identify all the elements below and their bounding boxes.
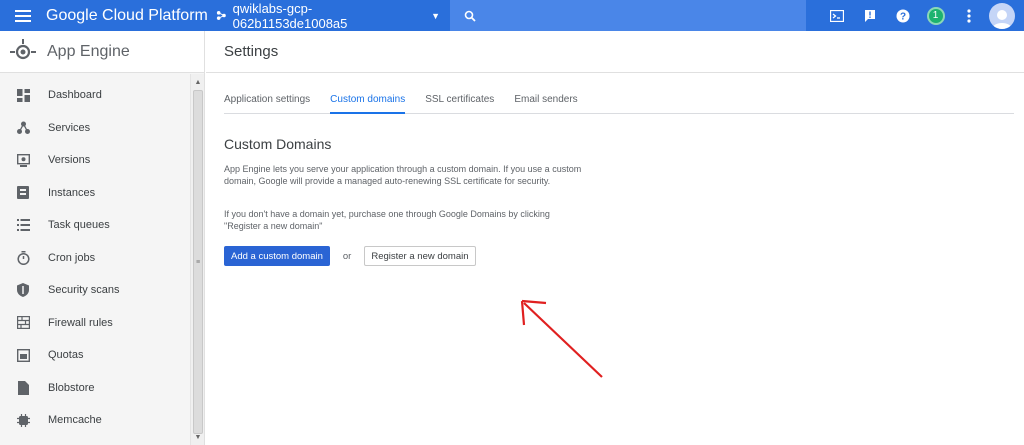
sidebar-item-label: Security scans — [48, 284, 120, 297]
main-content: Settings Application settings Custom dom… — [206, 31, 1024, 445]
task-queues-icon — [16, 218, 30, 232]
project-hierarchy-icon — [216, 11, 226, 20]
notification-badge[interactable]: 1 — [919, 0, 952, 31]
sidebar-item-versions[interactable]: Versions — [0, 144, 190, 177]
register-domain-hint: If you don't have a domain yet, purchase… — [224, 209, 550, 231]
cloud-shell-icon[interactable] — [820, 0, 853, 31]
cron-jobs-icon — [16, 250, 30, 265]
top-app-bar: Google Cloud Platform qwiklabs-gcp-062b1… — [0, 0, 1024, 31]
sidebar-item-dashboard[interactable]: Dashboard — [0, 79, 190, 112]
app-engine-icon — [10, 38, 36, 59]
sidebar-item-label: Services — [48, 121, 91, 134]
sidebar-item-instances[interactable]: Instances — [0, 177, 190, 210]
sidebar-item-security-scans[interactable]: Security scans — [0, 274, 190, 307]
sidebar-item-memcache[interactable]: Memcache — [0, 404, 190, 437]
project-name: qwiklabs-gcp-062b1153de1008a5 — [232, 0, 348, 31]
page-header: Settings — [206, 31, 1024, 73]
search-bar[interactable] — [450, 0, 806, 31]
security-scans-icon — [16, 283, 30, 298]
services-icon — [16, 121, 30, 135]
sidebar-item-label: Memcache — [48, 414, 102, 427]
sidebar-item-task-queues[interactable]: Task queues — [0, 209, 190, 242]
sidebar-item-cron-jobs[interactable]: Cron jobs — [0, 242, 190, 275]
sidebar-item-label: Versions — [48, 154, 91, 167]
scroll-up-arrow-icon[interactable]: ▲ — [191, 76, 205, 88]
help-icon[interactable]: ? — [886, 0, 919, 31]
sidebar-item-blobstore[interactable]: Blobstore — [0, 372, 190, 405]
firewall-rules-icon — [16, 316, 30, 330]
tab-ssl-certificates[interactable]: SSL certificates — [425, 87, 494, 114]
section-title: Custom Domains — [224, 136, 332, 152]
instances-icon — [16, 186, 30, 200]
tab-application-settings[interactable]: Application settings — [224, 87, 310, 114]
search-icon — [464, 10, 476, 22]
dashboard-icon — [16, 88, 30, 102]
versions-icon — [16, 153, 30, 167]
blobstore-icon — [16, 380, 30, 395]
sidebar-item-label: Task queues — [48, 219, 110, 232]
quotas-icon — [16, 348, 30, 362]
domain-actions: Add a custom domain or Register a new do… — [224, 246, 476, 266]
menu-icon[interactable] — [0, 0, 46, 31]
tab-email-senders[interactable]: Email senders — [514, 87, 577, 114]
more-vert-icon[interactable] — [952, 0, 985, 31]
or-separator: or — [342, 250, 352, 262]
sidebar-nav: App Engine Dashboard Services Versions I… — [0, 31, 205, 445]
sidebar-item-quotas[interactable]: Quotas — [0, 339, 190, 372]
sidebar-item-label: Firewall rules — [48, 316, 113, 329]
annotation-arrow-icon — [520, 299, 603, 378]
sidebar-menu: Dashboard Services Versions Instances Ta… — [0, 79, 190, 437]
memcache-icon — [16, 413, 30, 427]
sidebar-scrollbar[interactable]: ▲ ≡ ▼ — [190, 74, 204, 445]
scrollbar-thumb[interactable]: ≡ — [193, 90, 203, 434]
project-selector[interactable]: qwiklabs-gcp-062b1153de1008a5 ▼ — [208, 1, 440, 31]
add-custom-domain-button[interactable]: Add a custom domain — [224, 246, 330, 266]
sidebar-item-label: Quotas — [48, 349, 84, 362]
account-avatar[interactable] — [985, 0, 1018, 31]
svg-text:?: ? — [899, 11, 905, 22]
sidebar-item-label: Dashboard — [48, 89, 102, 102]
sidebar-item-services[interactable]: Services — [0, 112, 190, 145]
custom-domains-description: App Engine lets you serve your applicati… — [224, 164, 582, 186]
brand-title[interactable]: Google Cloud Platform — [46, 7, 208, 25]
settings-tabs: Application settings Custom domains SSL … — [224, 87, 1014, 114]
sidebar-item-label: Blobstore — [48, 381, 95, 394]
tab-custom-domains[interactable]: Custom domains — [330, 87, 406, 114]
product-header[interactable]: App Engine — [0, 31, 204, 73]
product-title: App Engine — [47, 42, 130, 60]
sidebar-item-label: Cron jobs — [48, 251, 96, 264]
page-title: Settings — [224, 43, 279, 60]
chevron-down-icon: ▼ — [431, 10, 440, 21]
sidebar-item-label: Instances — [48, 186, 96, 199]
scroll-down-arrow-icon[interactable]: ▼ — [191, 431, 205, 443]
sidebar-item-firewall-rules[interactable]: Firewall rules — [0, 307, 190, 340]
register-new-domain-button[interactable]: Register a new domain — [364, 246, 476, 266]
notifications-alert-icon[interactable] — [853, 0, 886, 31]
